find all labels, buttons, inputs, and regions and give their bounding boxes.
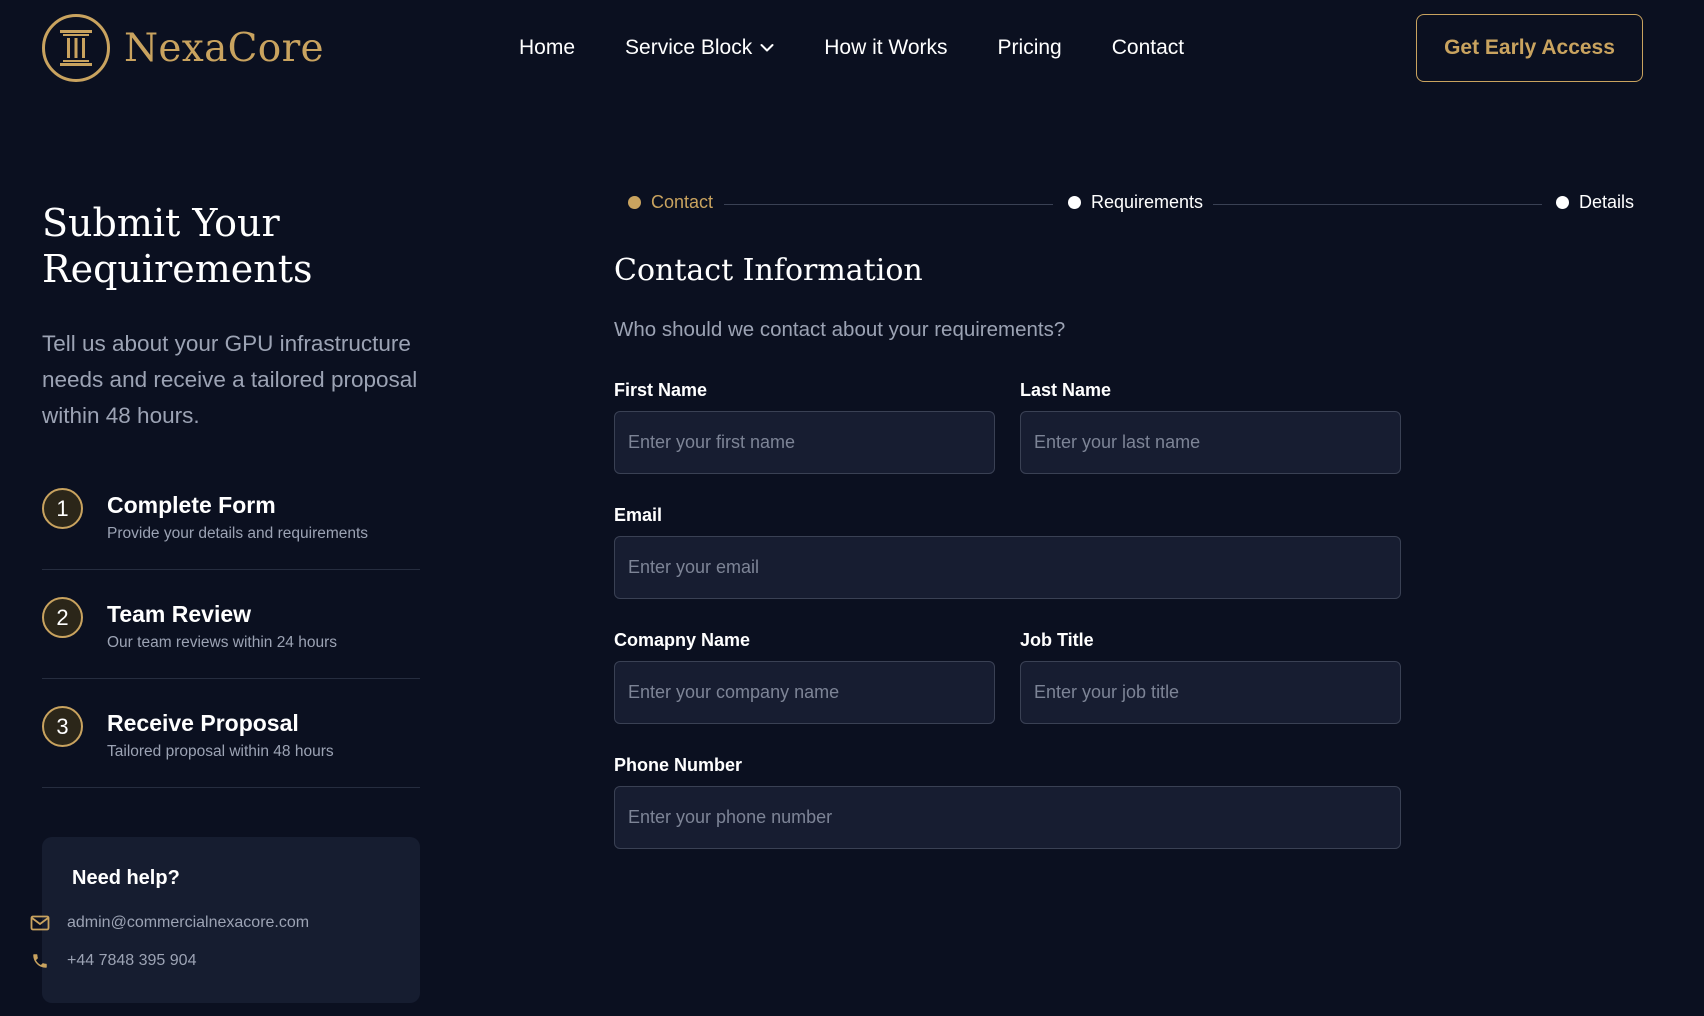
first-name-input[interactable]	[614, 411, 995, 474]
nav-item-how-it-works[interactable]: How it Works	[824, 36, 947, 60]
step-number-badge: 3	[42, 706, 83, 747]
form-subtitle: Who should we contact about your require…	[614, 318, 1066, 341]
nav-item-label: Contact	[1111, 36, 1185, 59]
nav-item-label: How it Works	[824, 36, 948, 59]
mail-icon	[30, 915, 50, 931]
step-number-badge: 1	[42, 488, 83, 529]
step-dot	[628, 196, 641, 209]
nav-item-pricing[interactable]: Pricing	[998, 36, 1062, 60]
nav-item-home[interactable]: Home	[519, 36, 575, 60]
process-step: 3 Receive Proposal Tailored proposal wit…	[42, 679, 420, 788]
company-name-label: Comapny Name	[614, 630, 751, 650]
form-stepper: Contact Requirements Details	[628, 192, 1634, 218]
page-description: Tell us about your GPU infrastructure ne…	[42, 331, 418, 428]
company-name-input[interactable]	[614, 661, 995, 724]
step-subtitle: Tailored proposal within 48 hours	[107, 743, 334, 760]
stepper-step-contact[interactable]: Contact	[628, 192, 713, 213]
stepper-label: Contact	[651, 192, 714, 212]
email-input[interactable]	[614, 536, 1401, 599]
stepper-connector	[724, 204, 1053, 205]
nav-item-label: Home	[519, 36, 576, 59]
phone-number-input[interactable]	[614, 786, 1401, 849]
nav-item-label: Pricing	[997, 36, 1062, 59]
help-title: Need help?	[72, 867, 180, 889]
brand-logo[interactable]: NexaCore	[42, 13, 324, 83]
nav-item-label: Service Block	[625, 36, 753, 59]
get-early-access-button[interactable]: Get Early Access	[1416, 14, 1643, 82]
stepper-step-requirements[interactable]: Requirements	[1068, 192, 1203, 213]
last-name-input[interactable]	[1020, 411, 1401, 474]
stepper-label: Details	[1579, 192, 1635, 212]
pillar-icon	[42, 14, 110, 82]
process-step: 2 Team Review Our team reviews within 24…	[42, 570, 420, 679]
nav-item-contact[interactable]: Contact	[1112, 36, 1184, 60]
step-subtitle: Our team reviews within 24 hours	[107, 634, 338, 651]
process-steps: 1 Complete Form Provide your details and…	[42, 484, 420, 788]
stepper-label: Requirements	[1091, 192, 1204, 212]
help-email: admin@commercialnexacore.com	[67, 914, 310, 931]
help-phone: +44 7848 395 904	[67, 952, 197, 969]
help-email-link[interactable]: admin@commercialnexacore.com	[30, 914, 309, 932]
main-nav: Home Service Block How it Works Pricing …	[519, 30, 1184, 66]
form-title: Contact Information	[614, 253, 923, 288]
step-subtitle: Provide your details and requirements	[107, 525, 369, 542]
site-header: NexaCore Home Service Block How it Works…	[0, 0, 1704, 96]
step-dot	[1556, 196, 1569, 209]
stepper-connector	[1213, 204, 1542, 205]
phone-icon	[33, 954, 47, 968]
step-number-badge: 2	[42, 597, 83, 638]
job-title-label: Job Title	[1020, 630, 1094, 650]
process-step: 1 Complete Form Provide your details and…	[42, 484, 420, 570]
nav-item-service-block[interactable]: Service Block	[625, 36, 774, 60]
job-title-input[interactable]	[1020, 661, 1401, 724]
page-title: Submit Your Requirements	[42, 201, 313, 291]
first-name-label: First Name	[614, 380, 708, 400]
step-dot	[1068, 196, 1081, 209]
brand-name: NexaCore	[124, 25, 324, 71]
step-title: Team Review	[107, 601, 252, 627]
step-title: Receive Proposal	[107, 710, 299, 736]
phone-number-label: Phone Number	[614, 755, 743, 775]
chevron-down-icon	[760, 44, 774, 52]
step-title: Complete Form	[107, 492, 276, 518]
stepper-step-details[interactable]: Details	[1556, 192, 1634, 213]
last-name-label: Last Name	[1020, 380, 1112, 400]
email-label: Email	[614, 505, 663, 525]
help-phone-link[interactable]: +44 7848 395 904	[30, 952, 196, 970]
